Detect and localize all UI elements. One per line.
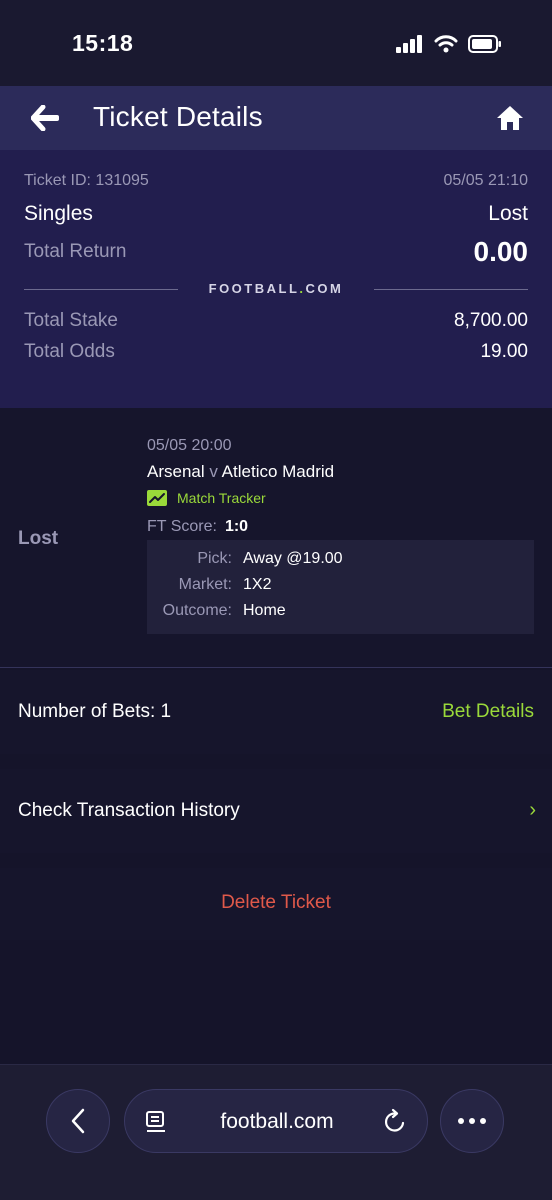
ft-score-label: FT Score: — [147, 518, 217, 535]
summary-row-return: Total Return 0.00 — [24, 236, 528, 268]
ticket-id: Ticket ID: 131095 — [24, 172, 149, 189]
match-tracker-icon — [147, 490, 167, 506]
pick-label: Pick: — [197, 550, 232, 567]
ticket-summary: Ticket ID: 131095 05/05 21:10 Singles Lo… — [0, 150, 552, 408]
home-team: Arsenal — [147, 462, 205, 481]
delete-section: Delete Ticket — [0, 868, 552, 940]
outcome-row: Outcome: Home — [147, 602, 534, 628]
ft-score: FT Score: 1:0 — [147, 518, 248, 536]
match-tracker-label: Match Tracker — [177, 490, 266, 506]
home-button[interactable] — [492, 100, 528, 136]
transaction-history-label: Check Transaction History — [18, 800, 240, 821]
wifi-icon — [434, 35, 458, 53]
outcome-value: Home — [243, 602, 286, 619]
summary-row-stake: Total Stake 8,700.00 — [24, 310, 528, 332]
total-stake-label: Total Stake — [24, 310, 118, 331]
summary-row-type: Singles Lost — [24, 202, 528, 226]
pick-row: Pick: Away @19.00 — [147, 550, 534, 576]
summary-row-id: Ticket ID: 131095 05/05 21:10 — [24, 172, 528, 190]
status-icons — [396, 35, 502, 53]
chevron-right-icon: › — [529, 799, 536, 821]
more-icon — [458, 1118, 486, 1124]
nav-header: Ticket Details — [0, 86, 552, 150]
market-row: Market: 1X2 — [147, 576, 534, 602]
reload-icon[interactable] — [383, 1108, 407, 1134]
signal-icon — [396, 35, 422, 53]
transaction-history-row[interactable]: Check Transaction History › — [0, 769, 552, 853]
match-tracker-link[interactable]: Match Tracker — [147, 490, 266, 506]
outcome-label: Outcome: — [162, 602, 232, 619]
number-of-bets: Number of Bets: 1 — [18, 701, 172, 722]
browser-back-icon — [71, 1108, 85, 1134]
match-teams: Arsenal v Atletico Madrid — [147, 462, 334, 482]
total-odds-label: Total Odds — [24, 341, 115, 362]
match-date: 05/05 20:00 — [147, 437, 232, 454]
home-icon — [497, 106, 523, 130]
away-team: Atletico Madrid — [221, 462, 335, 481]
total-stake-value: 8,700.00 — [454, 310, 528, 331]
market-value: 1X2 — [243, 576, 272, 593]
pick-value: Away @19.00 — [243, 550, 343, 567]
back-button[interactable] — [26, 100, 66, 136]
battery-icon — [468, 35, 501, 53]
bet-type: Singles — [24, 202, 93, 225]
status-time: 15:18 — [72, 30, 134, 56]
number-of-bets-section: Number of Bets: 1 Bet Details — [0, 670, 552, 754]
total-return-value: 0.00 — [473, 236, 529, 267]
market-label: Market: — [178, 576, 232, 593]
total-odds-value: 19.00 — [480, 341, 528, 362]
url-bar[interactable]: football.com — [124, 1089, 428, 1153]
summary-row-odds: Total Odds 19.00 — [24, 341, 528, 363]
ticket-datetime: 05/05 21:10 — [443, 172, 528, 189]
back-arrow-icon — [31, 105, 59, 131]
browser-back-button[interactable] — [46, 1089, 110, 1153]
more-button[interactable] — [440, 1089, 504, 1153]
browser-bar: football.com — [0, 1064, 552, 1200]
brand-text-suffix: COM — [305, 281, 344, 296]
delete-ticket-button[interactable]: Delete Ticket — [0, 892, 552, 914]
total-return-label: Total Return — [24, 241, 127, 262]
versus: v — [209, 462, 218, 481]
bet-status: Lost — [18, 528, 59, 549]
bet-details-link[interactable]: Bet Details — [442, 701, 534, 723]
ft-score-value: 1:0 — [224, 518, 249, 535]
brand-logo: FOOTBALL.COM — [0, 281, 552, 296]
pick-box: Pick: Away @19.00 Market: 1X2 Outcome: H… — [147, 540, 534, 634]
ticket-status: Lost — [488, 202, 528, 225]
bet-detail: Lost 05/05 20:00 Arsenal v Atletico Madr… — [0, 408, 552, 668]
page-title: Ticket Details — [93, 101, 263, 132]
brand-text: FOOTBALL — [208, 281, 300, 296]
status-bar: 15:18 — [0, 0, 552, 86]
